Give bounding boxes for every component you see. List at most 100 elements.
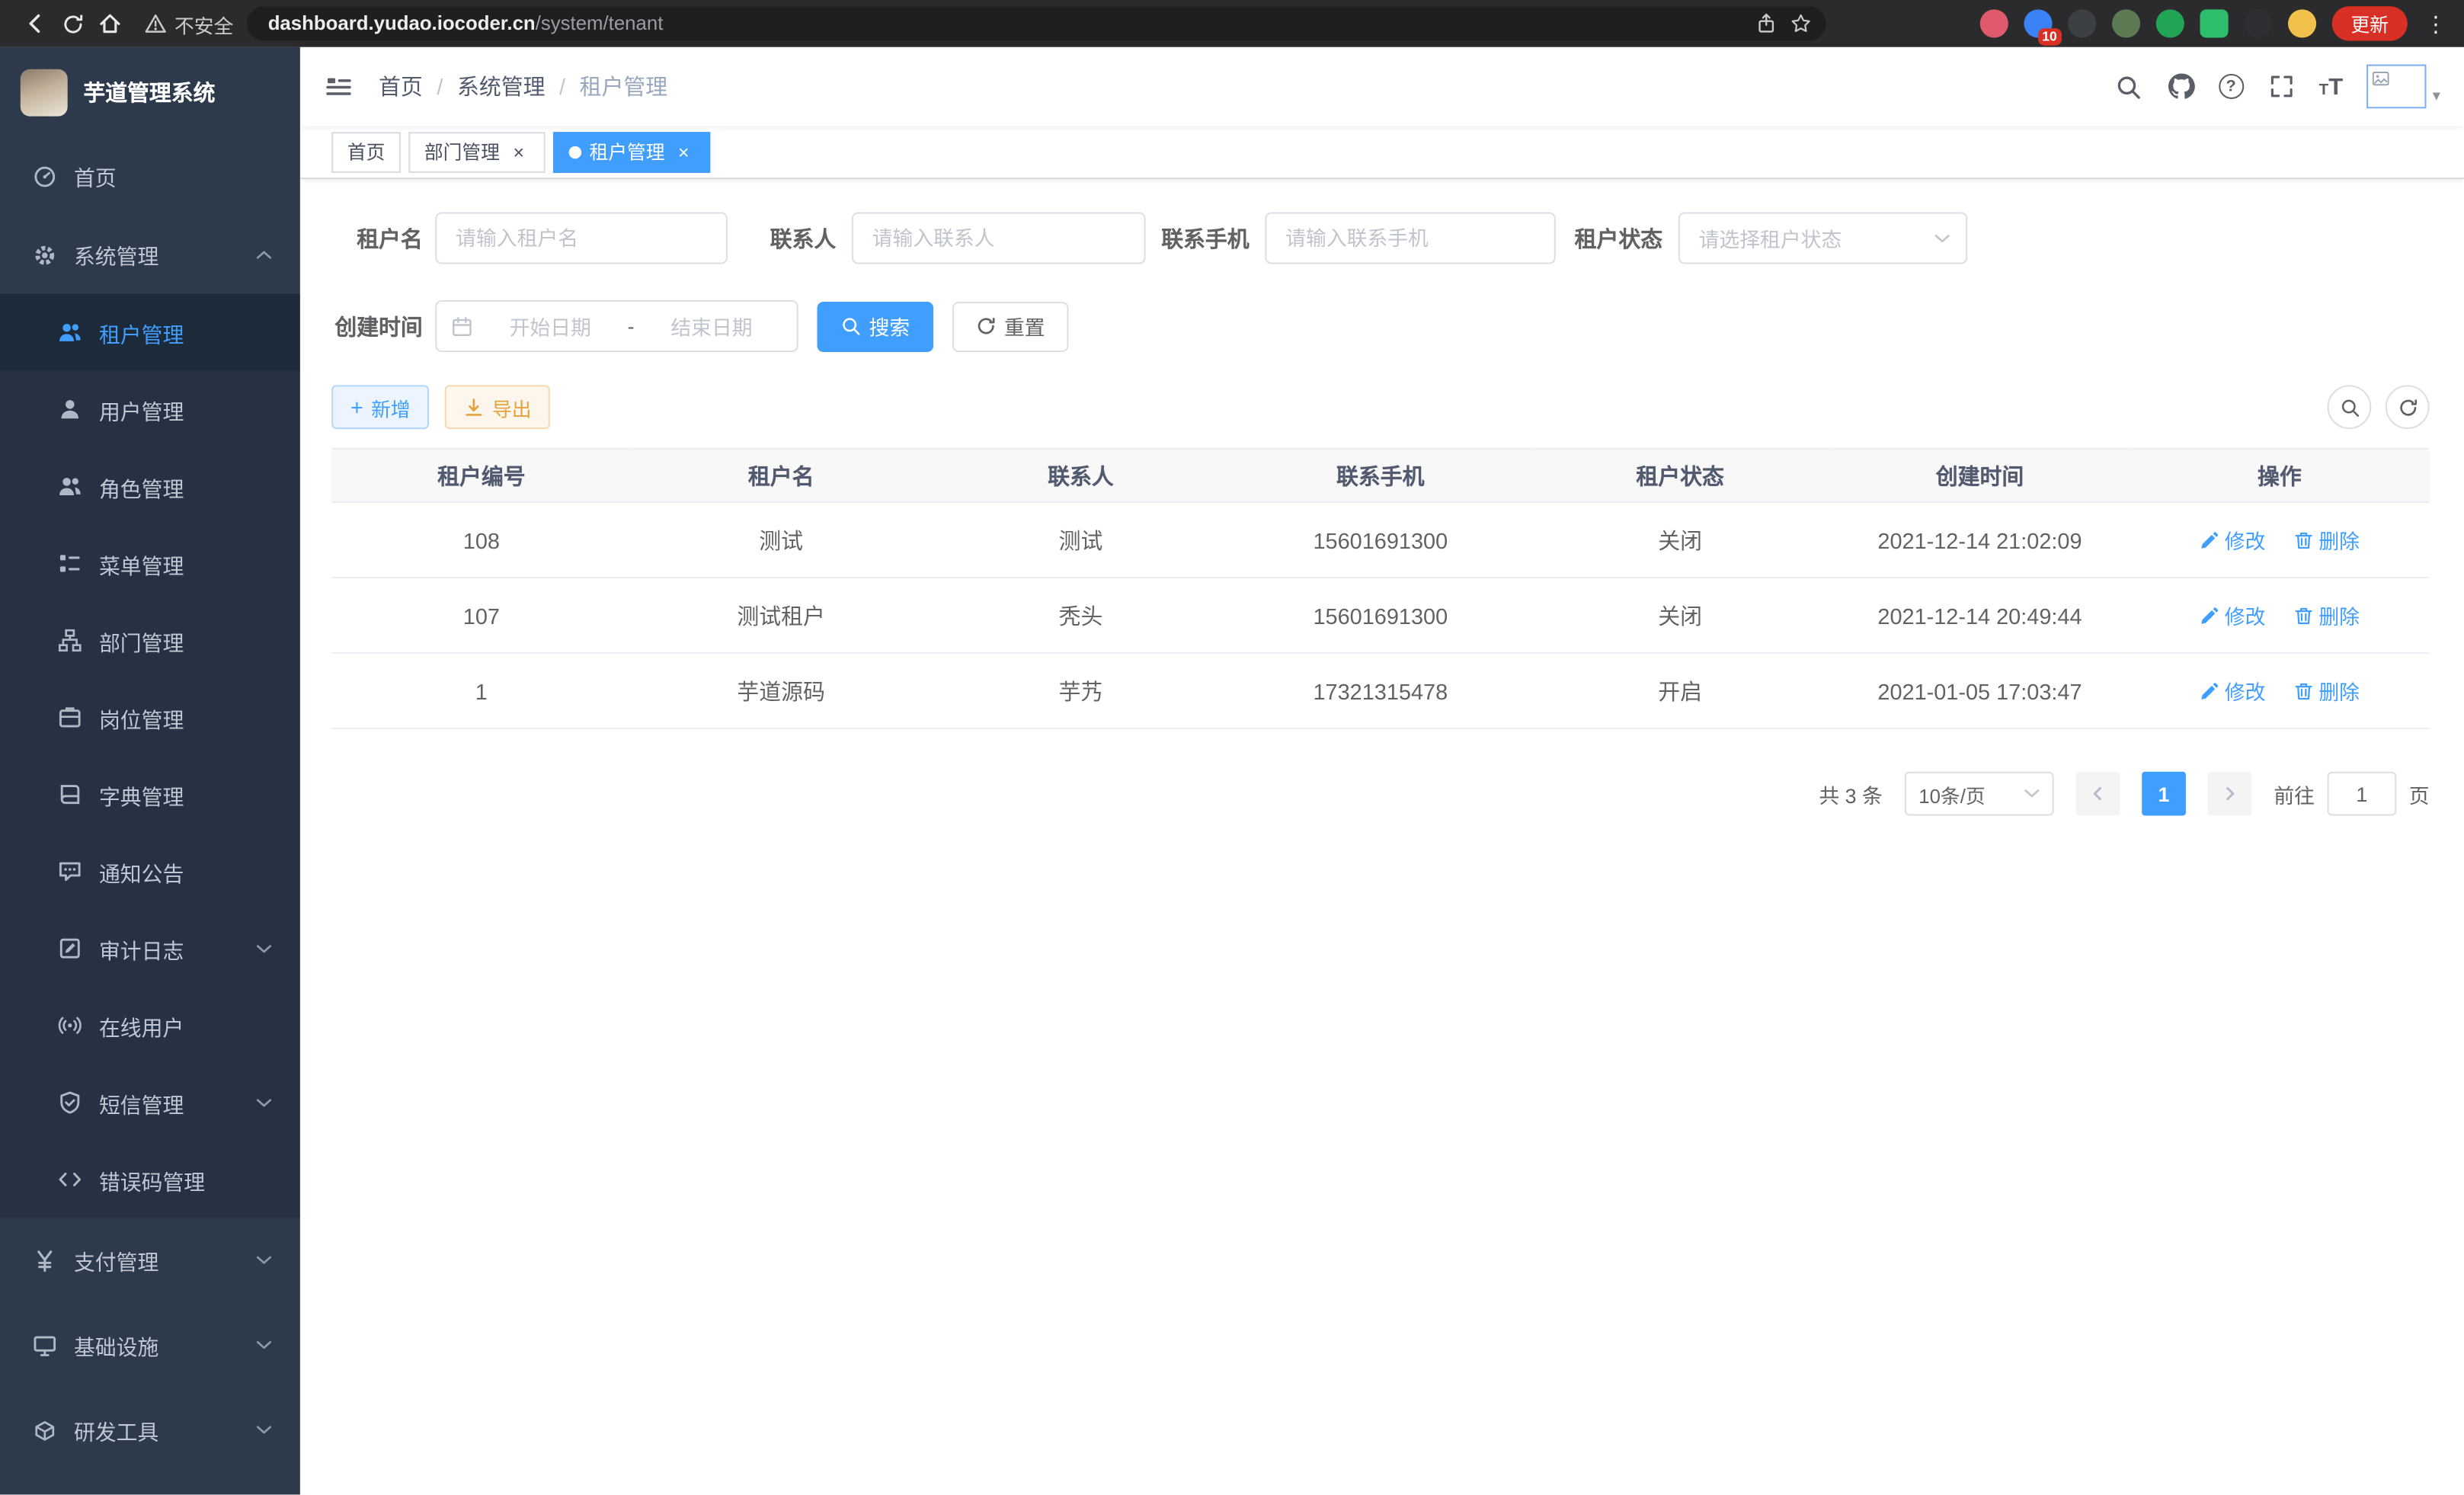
- delete-button[interactable]: 删除: [2293, 676, 2360, 706]
- chevron-down-icon: [2024, 789, 2040, 798]
- date-separator: -: [621, 315, 640, 338]
- extension-icon[interactable]: [1980, 9, 2008, 37]
- sidebar-item-payment[interactable]: 支付管理: [0, 1218, 300, 1302]
- tenant-id-cell: 107: [331, 578, 631, 653]
- sidebar-collapse-icon[interactable]: [325, 75, 352, 98]
- goto-page: 前往 页: [2274, 772, 2429, 816]
- breadcrumb-system[interactable]: 系统管理: [457, 71, 546, 102]
- date-start-placeholder: 开始日期: [479, 311, 621, 341]
- chevron-down-icon: [256, 1098, 272, 1107]
- sidebar-item-menu-management[interactable]: 菜单管理: [0, 525, 300, 602]
- bookmark-star-icon[interactable]: [1784, 8, 1816, 39]
- extension-icon[interactable]: 10: [2024, 9, 2052, 37]
- github-icon[interactable]: [2167, 72, 2195, 101]
- sidebar-item-notice[interactable]: 通知公告: [0, 833, 300, 910]
- sidebar-item-home[interactable]: 首页: [0, 136, 300, 215]
- delete-button[interactable]: 删除: [2293, 525, 2360, 555]
- goto-page-input[interactable]: [2328, 772, 2397, 816]
- page-number-button[interactable]: 1: [2142, 772, 2186, 816]
- breadcrumb-separator: /: [437, 74, 443, 99]
- tab-dept-management[interactable]: 部门管理 ×: [408, 131, 545, 172]
- edit-button[interactable]: 修改: [2200, 600, 2266, 630]
- phone-cell: 15601691300: [1230, 502, 1530, 578]
- profile-avatar-icon[interactable]: [2288, 9, 2316, 37]
- goto-prefix: 前往: [2274, 779, 2315, 808]
- help-icon[interactable]: ?: [2219, 74, 2244, 99]
- close-icon[interactable]: ×: [673, 141, 695, 163]
- sidebar-item-dept-management[interactable]: 部门管理: [0, 602, 300, 679]
- breadcrumb-home[interactable]: 首页: [379, 71, 423, 102]
- header-actions: ? TT ▾: [2114, 65, 2440, 109]
- sidebar-item-infrastructure[interactable]: 基础设施: [0, 1303, 300, 1388]
- avatar-image: [2366, 65, 2426, 109]
- tab-home[interactable]: 首页: [331, 131, 401, 172]
- tenant-name-cell: 测试租户: [632, 578, 931, 653]
- browser-menu-icon[interactable]: ⋮: [2423, 10, 2448, 37]
- chrome-update-button[interactable]: 更新: [2332, 6, 2408, 40]
- created-cell: 2021-12-14 21:02:09: [1830, 502, 2130, 578]
- page-size-select[interactable]: 10条/页: [1905, 772, 2054, 816]
- phone-input[interactable]: [1285, 226, 1535, 250]
- font-size-icon[interactable]: TT: [2319, 75, 2344, 98]
- column-header: 联系人: [931, 449, 1230, 502]
- column-header: 租户名: [632, 449, 931, 502]
- puzzle-extension-icon[interactable]: [2244, 9, 2272, 37]
- reset-button[interactable]: 重置: [952, 301, 1069, 351]
- sidebar-item-sms-management[interactable]: 短信管理: [0, 1064, 300, 1141]
- menu-label: 短信管理: [99, 1087, 184, 1118]
- sidebar-item-post-management[interactable]: 岗位管理: [0, 679, 300, 756]
- sidebar-item-online-users[interactable]: 在线用户: [0, 987, 300, 1064]
- filter-form-row-1: 租户名 联系人 联系手机 租户状态 请选择租户状态: [331, 212, 2429, 264]
- phone-group: 联系手机: [1161, 212, 1556, 264]
- home-icon[interactable]: [91, 5, 130, 43]
- close-icon[interactable]: ×: [507, 141, 530, 163]
- extension-icon[interactable]: [2156, 9, 2184, 37]
- app-logo[interactable]: 芋道管理系统: [0, 47, 300, 137]
- prev-page-button[interactable]: [2075, 772, 2120, 816]
- extension-icon[interactable]: [2068, 9, 2096, 37]
- fullscreen-icon[interactable]: [2267, 72, 2296, 101]
- chevron-down-icon: [256, 1256, 272, 1265]
- export-button[interactable]: 导出: [445, 385, 550, 429]
- menu-label: 在线用户: [99, 1010, 184, 1041]
- edit-button[interactable]: 修改: [2200, 525, 2266, 555]
- sidebar-item-system-management[interactable]: 系统管理: [0, 216, 300, 294]
- content-area: 租户名 联系人 联系手机 租户状态 请选择租户状态: [300, 179, 2464, 1494]
- sidebar-item-user-management[interactable]: 用户管理: [0, 371, 300, 448]
- tenant-name-input[interactable]: [456, 226, 707, 250]
- goto-suffix: 页: [2409, 779, 2430, 808]
- refresh-table-button[interactable]: [2386, 385, 2430, 429]
- yen-icon: [33, 1249, 56, 1273]
- menu-label: 租户管理: [99, 317, 184, 348]
- next-page-button[interactable]: [2208, 772, 2252, 816]
- search-toggle-button[interactable]: [2328, 385, 2372, 429]
- sidebar-item-audit-log[interactable]: 审计日志: [0, 910, 300, 987]
- delete-button[interactable]: 删除: [2293, 600, 2360, 630]
- sidebar-item-tenant-management[interactable]: 租户管理: [0, 294, 300, 371]
- status-select[interactable]: 请选择租户状态: [1678, 212, 1968, 264]
- contact-input[interactable]: [872, 226, 1125, 250]
- user-avatar[interactable]: ▾: [2366, 65, 2440, 109]
- edit-button[interactable]: 修改: [2200, 676, 2266, 706]
- sidebar-item-dev-tools[interactable]: 研发工具: [0, 1388, 300, 1472]
- date-range-picker[interactable]: 开始日期 - 结束日期: [435, 300, 798, 352]
- search-icon[interactable]: [2114, 72, 2142, 101]
- edit-icon: [2200, 606, 2219, 625]
- menu-label: 部门管理: [99, 625, 184, 656]
- sidebar-item-error-code[interactable]: 错误码管理: [0, 1141, 300, 1218]
- tab-tenant-management[interactable]: 租户管理 ×: [553, 131, 710, 172]
- extension-icon[interactable]: [2112, 9, 2140, 37]
- security-indicator[interactable]: 不安全: [145, 8, 234, 38]
- search-button[interactable]: 搜索: [818, 301, 934, 351]
- menu-label: 错误码管理: [99, 1164, 205, 1195]
- browser-refresh-icon[interactable]: [53, 5, 91, 43]
- extension-icon[interactable]: [2200, 9, 2228, 37]
- sidebar-item-dict-management[interactable]: 字典管理: [0, 756, 300, 833]
- sidebar-item-role-management[interactable]: 角色管理: [0, 448, 300, 525]
- phone-cell: 17321315478: [1230, 653, 1530, 728]
- share-icon[interactable]: [1750, 8, 1781, 39]
- url-bar[interactable]: dashboard.yudao.iocoder.cn/system/tenant: [246, 6, 1826, 40]
- breadcrumb-current: 租户管理: [580, 71, 668, 102]
- back-icon[interactable]: [16, 5, 54, 43]
- add-button[interactable]: + 新增: [331, 385, 429, 429]
